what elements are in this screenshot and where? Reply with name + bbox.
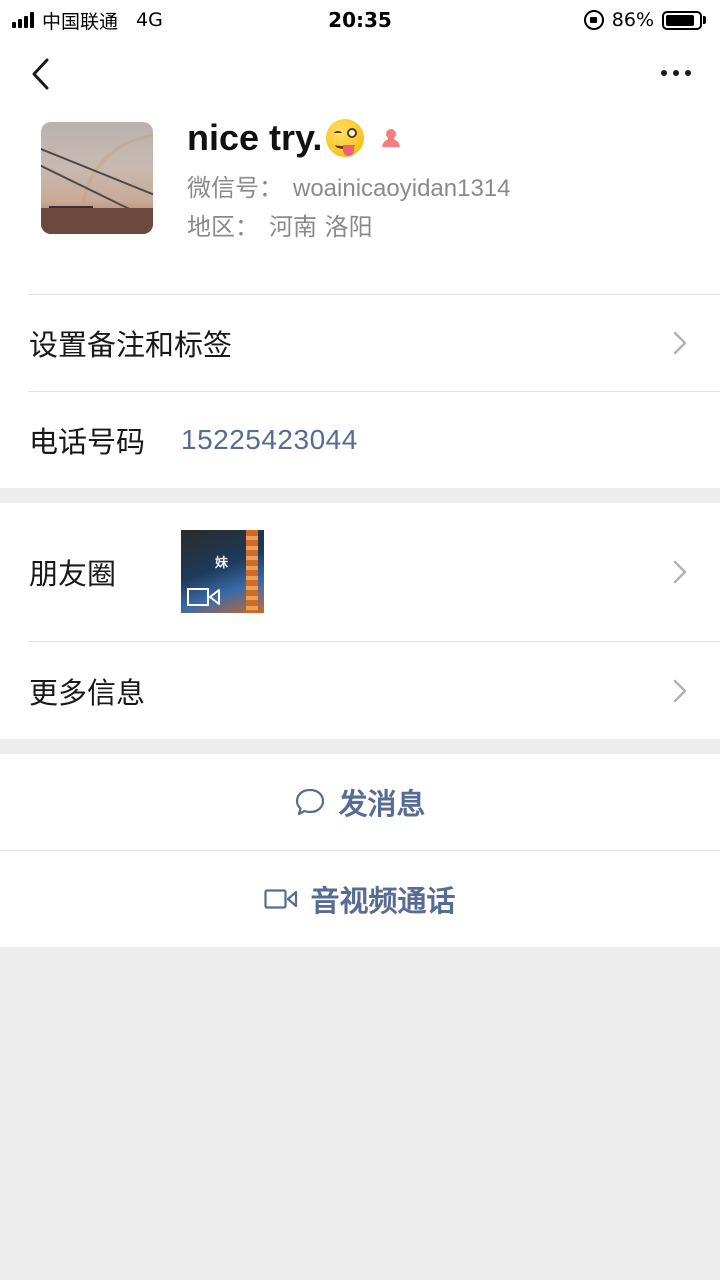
region-label: 地区： [187, 213, 259, 241]
chevron-right-icon [673, 331, 687, 355]
phone-number-link[interactable]: 15225423044 [181, 424, 358, 456]
wechat-id-value: woainicaoyidan1314 [293, 175, 511, 202]
battery-percent: 86% [611, 9, 654, 31]
battery-icon [662, 10, 706, 30]
remark-tags-row[interactable]: 设置备注和标签 [0, 295, 720, 391]
more-info-row[interactable]: 更多信息 [0, 642, 720, 739]
profile-card: nice try. 微信号： woainicaoyidan1314 地区： 河南 洛… [0, 40, 720, 488]
video-camera-icon [187, 588, 220, 606]
name-row: nice try. [187, 112, 404, 164]
phone-label: 电话号码 [29, 425, 146, 459]
moments-thumbnail-text: 妹 [215, 556, 229, 571]
chevron-right-icon [673, 560, 687, 584]
actions-card: 发消息 音视频通话 [0, 754, 720, 947]
more-info-label: 更多信息 [29, 675, 146, 710]
status-bar: 中国联通 4G 20:35 86% [0, 0, 720, 40]
moments-thumbnail[interactable]: 妹 [181, 530, 264, 613]
network-type: 4G [136, 9, 163, 31]
wechat-id-line: 微信号： woainicaoyidan1314 [187, 168, 511, 203]
av-call-button[interactable]: 音视频通话 [0, 851, 720, 947]
status-right: 86% [583, 9, 706, 31]
more-dot-icon [685, 70, 691, 76]
back-button[interactable] [22, 54, 58, 94]
display-name: nice try. [187, 117, 323, 158]
send-message-button[interactable]: 发消息 [0, 754, 720, 850]
region-value: 河南 洛阳 [269, 213, 373, 241]
chat-bubble-icon [296, 788, 325, 816]
moments-label: 朋友圈 [29, 557, 117, 591]
winking-tongue-emoji-icon [326, 119, 365, 157]
female-icon [378, 125, 404, 151]
region-line: 地区： 河南 洛阳 [187, 207, 373, 242]
av-call-label: 音视频通话 [310, 884, 456, 918]
carrier-name: 中国联通 [42, 10, 119, 33]
more-dot-icon [673, 70, 679, 76]
wechat-id-label: 微信号： [187, 174, 283, 202]
video-camera-icon [264, 889, 298, 909]
chevron-right-icon [673, 679, 687, 702]
more-dot-icon [661, 70, 667, 76]
remark-tags-label: 设置备注和标签 [29, 328, 233, 362]
moments-card: 朋友圈 妹 更多信息 [0, 503, 720, 739]
send-message-label: 发消息 [338, 787, 426, 821]
moments-row[interactable]: 朋友圈 妹 [0, 503, 720, 641]
avatar[interactable] [41, 122, 153, 234]
chevron-left-icon [32, 58, 49, 90]
phone-row: 电话号码 15225423044 [0, 392, 720, 488]
more-button[interactable] [654, 58, 698, 88]
signal-icon [12, 12, 34, 28]
rotation-lock-icon [583, 10, 604, 30]
status-left: 中国联通 4G [12, 7, 163, 34]
